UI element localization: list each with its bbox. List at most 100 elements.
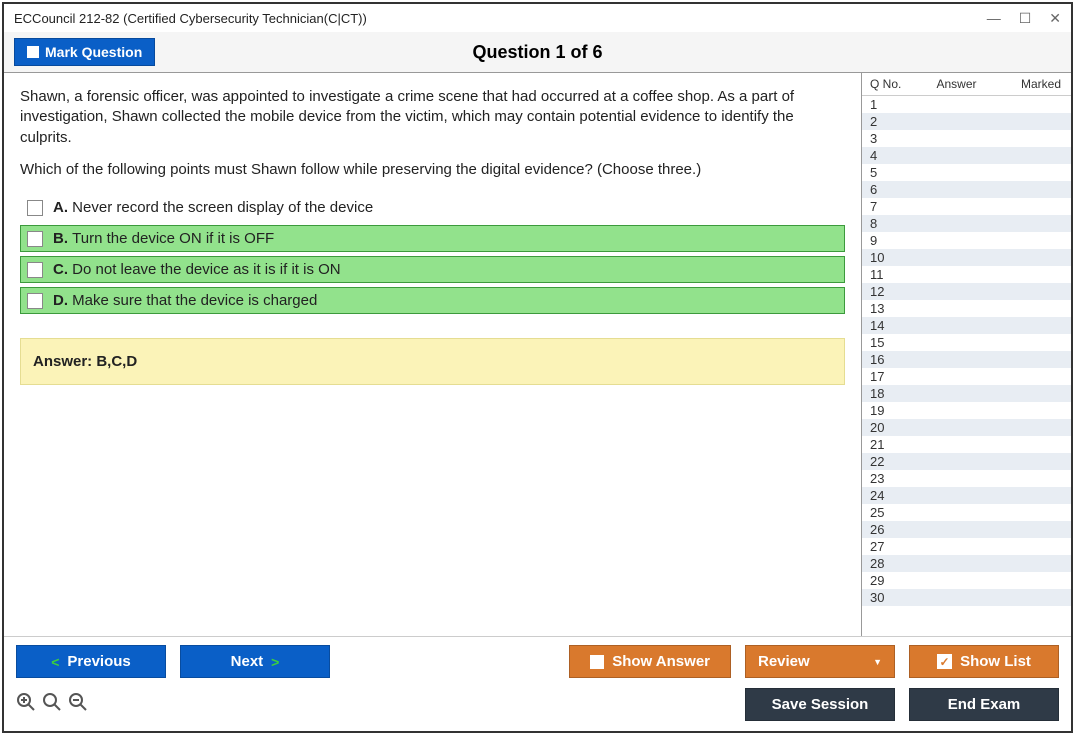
question-number: 1 (862, 97, 902, 112)
maximize-icon[interactable]: ☐ (1019, 10, 1032, 27)
question-list-row[interactable]: 18 (862, 385, 1071, 402)
titlebar: ECCouncil 212-82 (Certified Cybersecurit… (4, 4, 1071, 32)
zoom-out-icon[interactable] (68, 692, 88, 718)
question-number: 8 (862, 216, 902, 231)
question-number: 25 (862, 505, 902, 520)
question-number: 27 (862, 539, 902, 554)
col-marked: Marked (1011, 77, 1071, 91)
question-list-row[interactable]: 9 (862, 232, 1071, 249)
option-checkbox[interactable] (27, 262, 43, 278)
save-session-button[interactable]: Save Session (745, 688, 895, 721)
question-number: 13 (862, 301, 902, 316)
option-row[interactable]: D. Make sure that the device is charged (20, 287, 845, 314)
question-list-row[interactable]: 5 (862, 164, 1071, 181)
next-button[interactable]: Next > (180, 645, 330, 678)
question-list-row[interactable]: 11 (862, 266, 1071, 283)
option-checkbox[interactable] (27, 200, 43, 216)
window-controls: — ☐ ✕ (987, 10, 1061, 27)
question-list-row[interactable]: 6 (862, 181, 1071, 198)
question-number: 15 (862, 335, 902, 350)
zoom-reset-icon[interactable] (42, 692, 62, 718)
question-number: 4 (862, 148, 902, 163)
question-list-row[interactable]: 23 (862, 470, 1071, 487)
question-list-row[interactable]: 17 (862, 368, 1071, 385)
option-checkbox[interactable] (27, 293, 43, 309)
question-list-row[interactable]: 8 (862, 215, 1071, 232)
mark-question-button[interactable]: Mark Question (14, 38, 155, 66)
options-list: A. Never record the screen display of th… (20, 194, 845, 314)
close-icon[interactable]: ✕ (1049, 10, 1061, 27)
question-list-row[interactable]: 7 (862, 198, 1071, 215)
question-panel: Shawn, a forensic officer, was appointed… (4, 73, 861, 636)
zoom-in-icon[interactable] (16, 692, 36, 718)
question-list-row[interactable]: 3 (862, 130, 1071, 147)
question-list-row[interactable]: 2 (862, 113, 1071, 130)
question-number: 30 (862, 590, 902, 605)
question-number: 9 (862, 233, 902, 248)
previous-button[interactable]: < Previous (16, 645, 166, 678)
option-row[interactable]: C. Do not leave the device as it is if i… (20, 256, 845, 283)
question-list-row[interactable]: 13 (862, 300, 1071, 317)
question-list-row[interactable]: 28 (862, 555, 1071, 572)
question-list-row[interactable]: 22 (862, 453, 1071, 470)
show-list-button[interactable]: ✓ Show List (909, 645, 1059, 678)
question-number: 26 (862, 522, 902, 537)
question-number: 14 (862, 318, 902, 333)
option-label: A. Never record the screen display of th… (53, 199, 373, 216)
footer-nav-row: < Previous Next > Show Answer Review ▼ (16, 645, 1059, 678)
question-list-row[interactable]: 30 (862, 589, 1071, 606)
question-list-row[interactable]: 15 (862, 334, 1071, 351)
question-number: 29 (862, 573, 902, 588)
nav-buttons-left: < Previous Next > (16, 645, 330, 678)
question-number: 11 (862, 267, 902, 282)
question-list-body[interactable]: 1234567891011121314151617181920212223242… (862, 96, 1071, 636)
question-list-row[interactable]: 4 (862, 147, 1071, 164)
question-list-row[interactable]: 12 (862, 283, 1071, 300)
option-checkbox[interactable] (27, 231, 43, 247)
question-list-row[interactable]: 26 (862, 521, 1071, 538)
question-list-row[interactable]: 10 (862, 249, 1071, 266)
question-list-row[interactable]: 25 (862, 504, 1071, 521)
question-list-row[interactable]: 14 (862, 317, 1071, 334)
checkbox-icon (590, 655, 604, 669)
question-list-row[interactable]: 21 (862, 436, 1071, 453)
question-number: 5 (862, 165, 902, 180)
question-number: 17 (862, 369, 902, 384)
question-list-row[interactable]: 20 (862, 419, 1071, 436)
question-list-row[interactable]: 19 (862, 402, 1071, 419)
question-number: 20 (862, 420, 902, 435)
session-buttons: Save Session End Exam (745, 688, 1059, 721)
mark-question-label: Mark Question (45, 44, 142, 60)
checkbox-checked-icon: ✓ (937, 654, 952, 669)
question-number: 3 (862, 131, 902, 146)
option-label: C. Do not leave the device as it is if i… (53, 261, 341, 278)
question-number: 12 (862, 284, 902, 299)
show-answer-button[interactable]: Show Answer (569, 645, 731, 678)
question-list-row[interactable]: 27 (862, 538, 1071, 555)
option-row[interactable]: B. Turn the device ON if it is OFF (20, 225, 845, 252)
option-label: D. Make sure that the device is charged (53, 292, 317, 309)
window-title: ECCouncil 212-82 (Certified Cybersecurit… (14, 11, 367, 26)
question-list-header: Q No. Answer Marked (862, 73, 1071, 96)
question-list-row[interactable]: 1 (862, 96, 1071, 113)
question-stem: Shawn, a forensic officer, was appointed… (20, 87, 845, 180)
review-label: Review (758, 653, 810, 670)
review-button[interactable]: Review ▼ (745, 645, 895, 678)
question-list-row[interactable]: 16 (862, 351, 1071, 368)
end-exam-label: End Exam (948, 696, 1021, 713)
question-number: 23 (862, 471, 902, 486)
question-number: 18 (862, 386, 902, 401)
question-number: 7 (862, 199, 902, 214)
show-answer-label: Show Answer (612, 653, 710, 670)
stem-paragraph-2: Which of the following points must Shawn… (20, 160, 845, 180)
question-list-row[interactable]: 24 (862, 487, 1071, 504)
option-row[interactable]: A. Never record the screen display of th… (20, 194, 845, 221)
app-window: ECCouncil 212-82 (Certified Cybersecurit… (2, 2, 1073, 733)
chevron-down-icon: ▼ (873, 657, 882, 667)
end-exam-button[interactable]: End Exam (909, 688, 1059, 721)
footer-action-row: Save Session End Exam (16, 688, 1059, 721)
minimize-icon[interactable]: — (987, 10, 1001, 26)
zoom-controls (16, 692, 88, 718)
save-session-label: Save Session (772, 696, 869, 713)
question-list-row[interactable]: 29 (862, 572, 1071, 589)
